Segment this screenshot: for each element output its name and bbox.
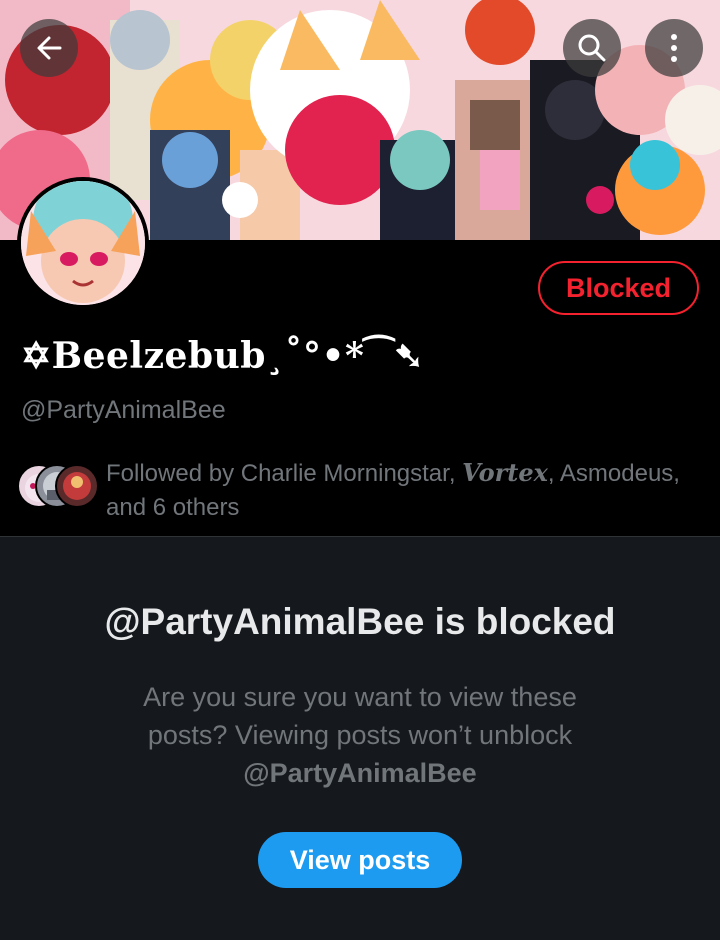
blocked-notice-panel: @PartyAnimalBee is blocked Are you sure … bbox=[0, 537, 720, 940]
avatar-image bbox=[21, 181, 145, 305]
view-posts-button[interactable]: View posts bbox=[258, 832, 462, 888]
follower-avatar bbox=[55, 464, 99, 508]
user-handle: @PartyAnimalBee bbox=[21, 396, 226, 424]
blocked-description: Are you sure you want to view these post… bbox=[110, 678, 610, 792]
follower-avatars bbox=[17, 464, 99, 510]
followed-by-vortex: Vortex bbox=[462, 458, 548, 487]
search-button[interactable] bbox=[563, 19, 621, 77]
blocked-description-handle: @PartyAnimalBee bbox=[243, 758, 477, 788]
arrow-left-icon bbox=[37, 36, 62, 60]
followed-by[interactable]: Followed by Charlie Morningstar, Vortex,… bbox=[17, 456, 707, 526]
search-icon bbox=[578, 34, 606, 62]
back-button[interactable] bbox=[20, 19, 78, 77]
blocked-description-text: Are you sure you want to view these post… bbox=[143, 682, 577, 750]
blocked-title: @PartyAnimalBee is blocked bbox=[104, 601, 616, 642]
avatar[interactable] bbox=[17, 177, 149, 309]
blocked-button[interactable]: Blocked bbox=[538, 261, 699, 315]
display-name: ✡Beelzebub¸˚°•*⁀➷ bbox=[21, 335, 425, 377]
more-options-button[interactable] bbox=[645, 19, 703, 77]
followed-by-prefix: Followed by Charlie Morningstar, bbox=[106, 460, 463, 487]
more-vertical-icon bbox=[671, 34, 677, 62]
followed-by-text: Followed by Charlie Morningstar, Vortex,… bbox=[106, 456, 706, 525]
profile-header: Blocked ✡Beelzebub¸˚°•*⁀➷ @PartyAnimalBe… bbox=[0, 177, 720, 536]
